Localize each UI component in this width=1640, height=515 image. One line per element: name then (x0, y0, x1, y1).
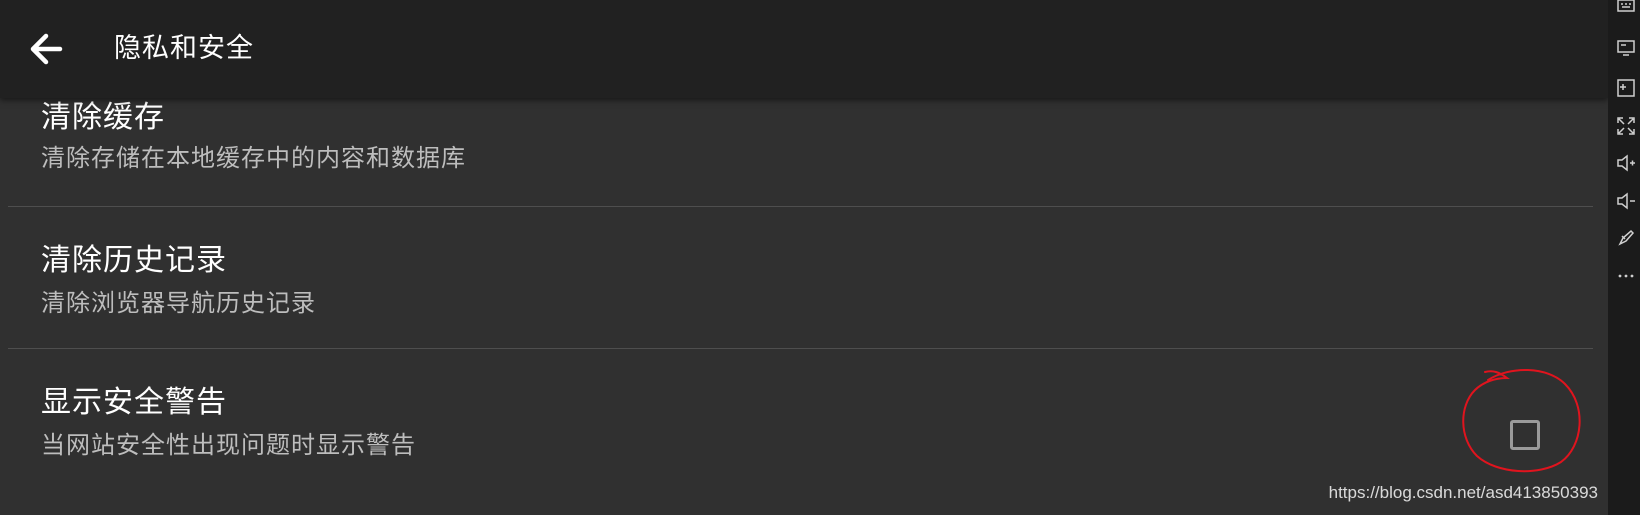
security-warnings-checkbox[interactable] (1510, 420, 1540, 450)
setting-subtitle: 清除浏览器导航历史记录 (41, 289, 316, 317)
volume-down-icon[interactable] (1616, 191, 1636, 211)
settings-screen: 隐私和安全 清除缓存 清除存储在本地缓存中的内容和数据库 清除历史记录 清除浏览… (0, 0, 1608, 515)
setting-clear-cache[interactable]: 清除缓存 清除存储在本地缓存中的内容和数据库 (0, 96, 1600, 206)
screen-icon[interactable] (1616, 38, 1636, 58)
more-icon[interactable] (1616, 264, 1636, 284)
side-toolbar (1608, 0, 1640, 515)
setting-subtitle: 清除存储在本地缓存中的内容和数据库 (41, 144, 466, 172)
rocket-icon[interactable] (1616, 228, 1636, 248)
setting-title: 显示安全警告 (41, 385, 227, 420)
page-title: 隐私和安全 (114, 33, 254, 64)
arrow-left-icon (30, 33, 63, 65)
app-bar: 隐私和安全 (0, 0, 1608, 98)
fullscreen-icon[interactable] (1616, 116, 1636, 136)
screenshot-icon[interactable] (1616, 78, 1636, 98)
watermark-text: https://blog.csdn.net/asd413850393 (1328, 483, 1598, 502)
setting-clear-history[interactable]: 清除历史记录 清除浏览器导航历史记录 (0, 207, 1600, 348)
setting-title: 清除缓存 (41, 100, 165, 135)
volume-up-icon[interactable] (1616, 153, 1636, 173)
back-button[interactable] (22, 24, 72, 74)
setting-title: 清除历史记录 (41, 243, 227, 278)
setting-subtitle: 当网站安全性出现问题时显示警告 (41, 431, 416, 459)
keyboard-icon[interactable] (1616, 0, 1636, 16)
